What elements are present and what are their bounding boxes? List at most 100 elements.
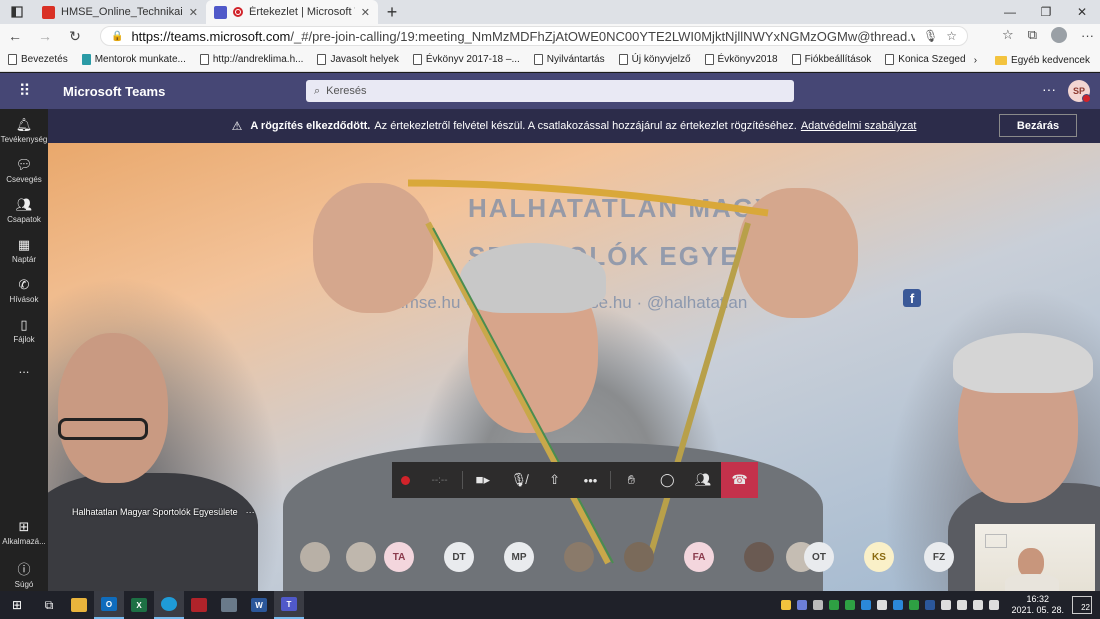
taskbar-outlook[interactable]: O (94, 591, 124, 619)
rail-item-teams[interactable]: 👥︎ Csapatok (0, 197, 48, 224)
tab-teams-meeting[interactable]: Értekezlet | Microsoft Teams ✕ (206, 0, 378, 24)
tray-icon[interactable] (893, 600, 904, 610)
tab-hmse-pdf[interactable]: HMSE_Online_Technikai kisokos... ✕ (34, 0, 206, 24)
minimize-icon[interactable]: — (992, 0, 1028, 24)
onedrive-icon[interactable] (861, 600, 872, 610)
word-tray-icon[interactable] (925, 600, 936, 610)
chat-button[interactable]: ◯ (649, 462, 685, 498)
search-input[interactable]: ⌕ Keresés (306, 80, 794, 102)
more-options-icon[interactable]: ··· (1081, 28, 1094, 43)
favorites-icon[interactable]: ☆ (1002, 27, 1014, 43)
tray-icon[interactable] (797, 600, 808, 610)
collections-icon[interactable]: ⧉ (1028, 27, 1037, 43)
microphone-icon[interactable]: 🎙 (923, 29, 938, 43)
rail-item-calendar[interactable]: ▦ Naptár (0, 237, 48, 264)
tray-icon[interactable] (781, 600, 792, 610)
participant-avatar[interactable]: OT (804, 542, 834, 572)
start-button[interactable]: ⊞ (0, 591, 34, 619)
teams-header: ⠿ Microsoft Teams ⌕ Keresés ··· SP (0, 73, 1100, 109)
url-text[interactable]: https://teams.microsoft.com/_#/pre-join-… (131, 29, 915, 44)
app-launcher-icon[interactable]: ⠿ (0, 81, 48, 101)
profile-avatar[interactable] (1051, 27, 1067, 43)
bookmarks-bar: Bevezetés Mentorok munkate... http://and… (0, 48, 1100, 72)
taskbar-teams[interactable]: T (274, 591, 304, 619)
share-screen-button[interactable]: ⇧ (537, 462, 573, 498)
lock-icon[interactable]: 🔒 (111, 31, 123, 42)
participant-avatar[interactable]: KS (864, 542, 894, 572)
restore-icon[interactable]: ❐ (1028, 0, 1064, 24)
bookmark-item[interactable]: Fiókbeállítások (791, 54, 871, 65)
taskbar-file-explorer[interactable] (64, 591, 94, 619)
taskbar-edge[interactable] (154, 591, 184, 619)
taskbar-word[interactable]: W (244, 591, 274, 619)
new-tab-button[interactable]: + (378, 0, 406, 24)
volume-icon[interactable] (957, 600, 968, 610)
user-avatar[interactable]: SP (1068, 80, 1091, 103)
participant-avatar-photo[interactable] (346, 542, 376, 572)
raise-hand-button[interactable]: ✋︎ (613, 462, 649, 498)
rail-more-button[interactable]: ... (0, 361, 48, 376)
rail-item-calls[interactable]: ✆ Hívások (0, 277, 48, 304)
microphone-icon[interactable] (973, 600, 984, 610)
other-bookmarks[interactable]: Egyéb kedvencek (995, 55, 1090, 66)
camera-button[interactable]: ■▸ (465, 462, 501, 498)
participant-avatar[interactable]: FZ (924, 542, 954, 572)
taskbar-calculator[interactable] (214, 591, 244, 619)
close-banner-button[interactable]: Bezárás (999, 114, 1077, 137)
bookmark-item[interactable]: Évkönyv 2017-18 –... (412, 54, 520, 65)
close-tab-icon[interactable]: ✕ (361, 6, 370, 19)
bookmark-item[interactable]: http://andreklima.h... (199, 54, 303, 65)
security-icon[interactable] (829, 600, 840, 610)
recording-dot-icon (401, 475, 411, 485)
bookmark-item[interactable]: Új könyvjelző (618, 54, 691, 65)
back-icon[interactable]: ← (0, 28, 30, 44)
more-icon: ... (18, 361, 30, 376)
favorite-star-icon[interactable]: ☆ (946, 29, 957, 43)
pen-icon[interactable] (989, 600, 1000, 610)
more-actions-button[interactable]: ••• (573, 462, 609, 498)
reload-icon[interactable]: ↻ (60, 28, 90, 45)
tray-icon[interactable] (909, 600, 920, 610)
participant-avatar[interactable]: TA (384, 542, 414, 572)
rail-item-chat[interactable]: 💬︎ Csevegés (0, 157, 48, 184)
more-options-icon[interactable]: ··· (1042, 81, 1056, 97)
tray-icon[interactable] (877, 600, 888, 610)
participant-avatar-photo[interactable] (624, 542, 654, 572)
rail-item-files[interactable]: ▯ Fájlok (0, 317, 48, 344)
participants-button[interactable]: 👥︎ (685, 462, 721, 498)
self-view-video[interactable] (975, 524, 1095, 591)
bookmark-item[interactable]: Konica Szeged (885, 54, 966, 65)
self-view-body (1005, 574, 1059, 591)
wifi-icon[interactable] (813, 600, 824, 610)
chevron-right-icon[interactable]: › (974, 55, 977, 66)
microphone-button[interactable]: 🎙︎̸ (501, 462, 537, 498)
address-bar[interactable]: 🔒 https://teams.microsoft.com/_#/pre-joi… (100, 26, 968, 46)
bookmark-item[interactable]: Javasolt helyek (317, 54, 399, 65)
participant-avatar[interactable]: MP (504, 542, 534, 572)
system-clock[interactable]: 16:32 2021. 05. 28. (1011, 594, 1064, 616)
participant-avatar[interactable]: DT (444, 542, 474, 572)
participant-avatar-photo[interactable] (300, 542, 330, 572)
task-view-button[interactable]: ⧉ (34, 591, 64, 619)
forward-icon[interactable]: → (30, 28, 60, 44)
more-options-icon[interactable]: ··· (246, 507, 255, 517)
close-window-icon[interactable]: ✕ (1064, 0, 1100, 24)
bookmark-item[interactable]: Bevezetés (8, 54, 68, 65)
tray-icon[interactable] (845, 600, 856, 610)
window-menu-icon[interactable] (0, 0, 34, 24)
close-tab-icon[interactable]: ✕ (189, 6, 198, 19)
notification-center-button[interactable]: 22 (1072, 596, 1092, 614)
task-view-icon: ⧉ (44, 597, 54, 612)
bookmark-item[interactable]: Évkönyv2018 (704, 54, 778, 65)
hang-up-button[interactable]: ☎︎ (721, 462, 758, 498)
participant-avatar-photo[interactable] (564, 542, 594, 572)
rail-item-activity[interactable]: 🔔︎ Tevékenység (0, 117, 48, 144)
taskbar-excel[interactable]: X (124, 591, 154, 619)
participant-avatar-photo[interactable] (744, 542, 774, 572)
bookmark-item[interactable]: Nyilvántartás (533, 54, 605, 65)
bookmark-item[interactable]: Mentorok munkate... (81, 54, 186, 65)
participant-avatar[interactable]: FA (684, 542, 714, 572)
tray-icon[interactable] (941, 600, 952, 610)
privacy-policy-link[interactable]: Adatvédelmi szabályzat (801, 120, 917, 132)
taskbar-app[interactable] (184, 591, 214, 619)
